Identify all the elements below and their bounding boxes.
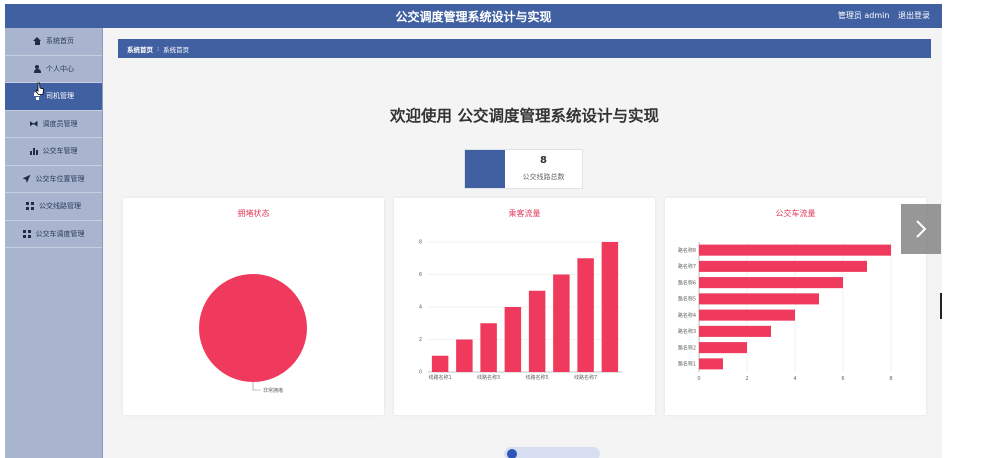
welcome-heading: 欢迎使用 公交调度管理系统设计与实现 (390, 107, 659, 125)
x-tick-label: 4 (793, 376, 796, 382)
bar (553, 274, 570, 372)
bar (699, 277, 843, 289)
x-tick-label: 6 (841, 376, 844, 382)
sidebar-item-label: 司机管理 (46, 92, 74, 101)
stat-card-routes: 8 公交线路总数 (464, 149, 583, 189)
sidebar-item-label: 公交车管理 (42, 147, 78, 156)
y-tick-label: 路名称7 (678, 263, 696, 270)
user-area: 管理员 admin 退出登录 (832, 10, 930, 21)
breadcrumb-separator: ⁝ (157, 44, 160, 53)
sidebar-item-bus-location[interactable]: 公交车位置管理 (5, 166, 102, 193)
pie-slice (199, 274, 307, 382)
stat-value: 8 (540, 155, 547, 166)
mouse-cursor-icon (35, 82, 44, 95)
logout-link[interactable]: 退出登录 (898, 11, 930, 20)
stat-text: 8 公交线路总数 (505, 150, 582, 188)
breadcrumb: 系统首页 ⁝ 系统首页 (118, 39, 931, 58)
app-frame: 公交调度管理系统设计与实现 管理员 admin 退出登录 系统首页 个人中心 司… (5, 4, 942, 458)
app-title: 公交调度管理系统设计与实现 (395, 10, 552, 24)
horizontal-bar-chart: 0 2 4 6 8 路名称1 路名称2 路名称3 路名称4 路名称5 路名称6 路名称7 路名称8 (678, 242, 893, 382)
sidebar-item-bus-dispatch[interactable]: 公交车调度管理 (5, 221, 102, 248)
chevron-right-icon (916, 220, 927, 238)
y-tick-label: 路名称8 (678, 247, 696, 254)
sidebar-item-dispatchers[interactable]: 调度员管理 (5, 111, 102, 138)
chart-panel-congestion: 拥堵状态 非常拥堵 (123, 198, 384, 415)
bar (699, 244, 891, 256)
breadcrumb-home[interactable]: 系统首页 (127, 44, 153, 54)
user-icon (33, 64, 41, 73)
x-tick-label: 2 (745, 376, 748, 382)
pie-chart: 非常拥堵 (199, 274, 307, 394)
send-icon (23, 175, 31, 183)
bar (699, 260, 867, 272)
bar (577, 258, 594, 372)
sidebar-item-drivers[interactable]: 司机管理 (5, 83, 102, 111)
sidebar-item-routes[interactable]: 公交线路管理 (5, 193, 102, 221)
sidebar-item-label: 调度员管理 (42, 119, 78, 128)
sidebar-item-home[interactable]: 系统首页 (5, 28, 102, 56)
bar (699, 309, 795, 321)
sidebar: 系统首页 个人中心 司机管理 调度员管理 公交车管理 公交车位置管理 公交线路管… (5, 28, 103, 458)
bar (699, 325, 771, 337)
dispatcher-icon (30, 120, 38, 128)
admin-label: 管理员 admin (837, 11, 890, 20)
sidebar-item-label: 个人中心 (46, 64, 74, 73)
pie-label-line (252, 382, 261, 391)
y-tick-label: 路名称4 (678, 312, 696, 319)
bar (601, 242, 619, 372)
bar (699, 293, 819, 305)
sidebar-item-profile[interactable]: 个人中心 (5, 56, 102, 83)
top-header: 公交调度管理系统设计与实现 管理员 admin 退出登录 (5, 4, 942, 28)
bar (699, 358, 723, 370)
y-tick-label: 路名称6 (678, 279, 696, 286)
bar (480, 323, 497, 372)
y-tick-label: 4 (419, 305, 422, 311)
bar (456, 339, 473, 372)
chart-panel-passenger-flow: 乘客流量 0 2 4 6 8 线路名称1 线路名称3 线路名称5 线路名称7 (394, 198, 655, 415)
chart-panel-bus-flow: 公交车流量 0 2 4 6 8 路名称1 路名称2 路名称3 路名称4 路名称5 路名称6 路名称7 路… (665, 198, 926, 415)
y-tick-label: 路名称3 (678, 328, 696, 335)
badge-dot-icon (507, 449, 517, 458)
breadcrumb-current: 系统首页 (163, 45, 190, 54)
grid-icon (26, 202, 34, 210)
bar (699, 342, 747, 354)
sidebar-item-label: 公交线路管理 (39, 202, 81, 211)
x-tick-label: 线路名称7 (574, 374, 597, 381)
y-tick-label: 6 (419, 272, 422, 278)
bottom-floating-badge[interactable] (504, 447, 600, 458)
x-tick-label: 线路名称1 (429, 374, 452, 381)
home-icon (33, 37, 41, 46)
x-tick-label: 0 (697, 376, 700, 382)
x-tick-label: 8 (889, 376, 892, 382)
x-tick-label: 线路名称5 (526, 374, 549, 381)
y-tick-label: 2 (419, 337, 422, 343)
y-tick-label: 路名称5 (678, 296, 696, 303)
y-tick-label: 路名称2 (678, 344, 696, 351)
bar (528, 290, 546, 372)
pie-label: 非常拥堵 (263, 387, 283, 394)
carousel-next-button[interactable] (901, 204, 941, 254)
y-tick-label: 8 (419, 240, 422, 246)
y-tick-label: 路名称1 (678, 361, 696, 368)
scroll-edge-marker (940, 293, 942, 319)
x-tick-label: 线路名称3 (477, 374, 500, 381)
stat-label: 公交线路总数 (522, 173, 565, 181)
bar (504, 307, 522, 372)
grid-icon (22, 229, 31, 238)
bar (431, 355, 449, 372)
sidebar-item-buses[interactable]: 公交车管理 (5, 138, 102, 166)
stat-color-block (465, 150, 505, 188)
sidebar-item-label: 公交车调度管理 (35, 229, 85, 238)
sidebar-item-label: 公交车位置管理 (35, 174, 85, 183)
bar-chart-icon (29, 147, 38, 156)
bar-chart: 0 2 4 6 8 线路名称1 线路名称3 线路名称5 线路名称7 (419, 240, 622, 381)
sidebar-item-label: 系统首页 (46, 37, 74, 46)
y-tick-label: 0 (419, 370, 422, 376)
